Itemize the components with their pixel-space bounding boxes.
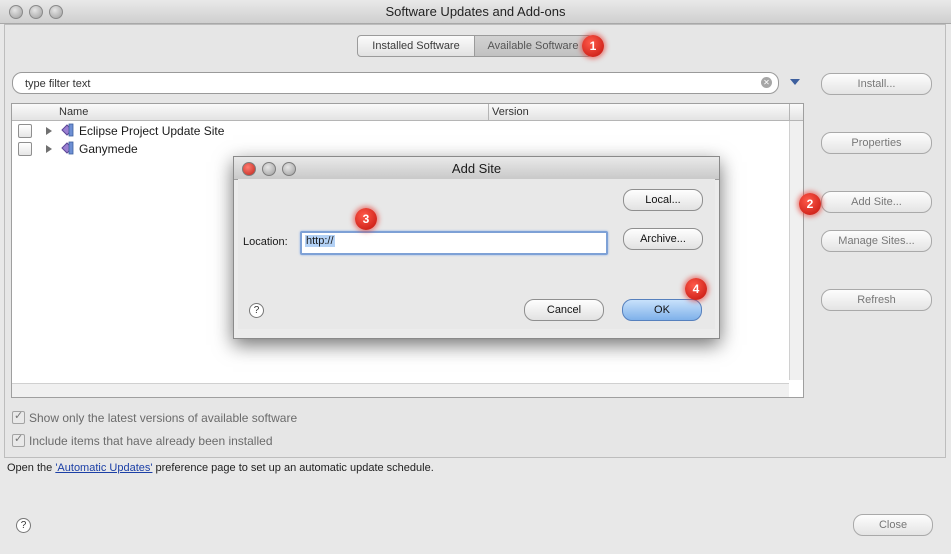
local-button[interactable]: Local...	[623, 189, 703, 211]
column-divider	[488, 104, 489, 120]
refresh-button[interactable]: Refresh	[821, 289, 932, 311]
filter-dropdown-icon[interactable]	[790, 79, 800, 85]
step-badge-2: 2	[799, 193, 821, 215]
step-badge-3: 3	[355, 208, 377, 230]
location-input[interactable]: http://	[300, 231, 608, 255]
table-header: Name Version	[12, 104, 803, 121]
horizontal-scrollbar[interactable]	[12, 383, 789, 397]
manage-sites-button[interactable]: Manage Sites...	[821, 230, 932, 252]
add-site-dialog: Add Site Location: http:// Local... Arch…	[233, 156, 720, 339]
close-button[interactable]: Close	[853, 514, 933, 536]
include-installed-label: Include items that have already been ins…	[29, 434, 273, 448]
expand-triangle-icon[interactable]	[46, 145, 52, 153]
location-value: http://	[305, 235, 335, 247]
step-badge-4: 4	[685, 278, 707, 300]
window-title: Software Updates and Add-ons	[385, 4, 566, 19]
table-row[interactable]: Eclipse Project Update Site	[12, 122, 782, 140]
latest-versions-checkbox[interactable]: ✓	[12, 410, 25, 424]
dialog-body: Location: http:// Local... Archive... ? …	[238, 179, 715, 329]
install-button[interactable]: Install...	[821, 73, 932, 95]
update-site-icon	[61, 141, 74, 155]
row-checkbox[interactable]	[18, 142, 32, 156]
cancel-button[interactable]: Cancel	[524, 299, 604, 321]
column-header-version[interactable]: Version	[492, 106, 529, 118]
latest-versions-option[interactable]: ✓ Show only the latest versions of availa…	[12, 410, 298, 425]
latest-versions-label: Show only the latest versions of availab…	[29, 411, 298, 425]
dialog-title: Add Site	[451, 161, 502, 176]
archive-button[interactable]: Archive...	[623, 228, 703, 250]
row-name: Ganymede	[79, 142, 138, 156]
update-site-icon	[61, 123, 74, 137]
vertical-scrollbar[interactable]	[789, 121, 803, 380]
column-divider	[789, 104, 790, 120]
info-prefix: Open the	[7, 462, 56, 474]
automatic-updates-link[interactable]: 'Automatic Updates'	[55, 462, 152, 474]
dialog-title-bar: Add Site	[234, 157, 719, 180]
title-bar: Software Updates and Add-ons	[0, 0, 951, 24]
column-header-name[interactable]: Name	[59, 106, 88, 118]
row-checkbox[interactable]	[18, 124, 32, 138]
automatic-updates-info: Open the 'Automatic Updates' preference …	[7, 462, 434, 474]
expand-triangle-icon[interactable]	[46, 127, 52, 135]
properties-button[interactable]: Properties	[821, 132, 932, 154]
tab-available-software[interactable]: Available Software	[474, 35, 592, 57]
add-site-button[interactable]: Add Site...	[821, 191, 932, 213]
help-icon[interactable]: ?	[16, 518, 31, 533]
tab-installed-software[interactable]: Installed Software	[357, 35, 475, 57]
step-badge-1: 1	[582, 35, 604, 57]
dialog-help-icon[interactable]: ?	[249, 303, 264, 318]
filter-field[interactable]: ✕	[12, 72, 779, 94]
info-suffix: preference page to set up an automatic u…	[152, 462, 434, 474]
row-name: Eclipse Project Update Site	[79, 124, 225, 138]
include-installed-checkbox[interactable]: ✓	[12, 433, 25, 447]
checkmark-icon: ✓	[14, 433, 24, 445]
include-installed-option[interactable]: ✓ Include items that have already been in…	[12, 433, 273, 448]
filter-input[interactable]	[23, 75, 747, 93]
location-label: Location:	[243, 236, 288, 248]
clear-filter-icon[interactable]: ✕	[761, 77, 772, 88]
checkmark-icon: ✓	[14, 410, 24, 422]
ok-button[interactable]: OK	[622, 299, 702, 321]
